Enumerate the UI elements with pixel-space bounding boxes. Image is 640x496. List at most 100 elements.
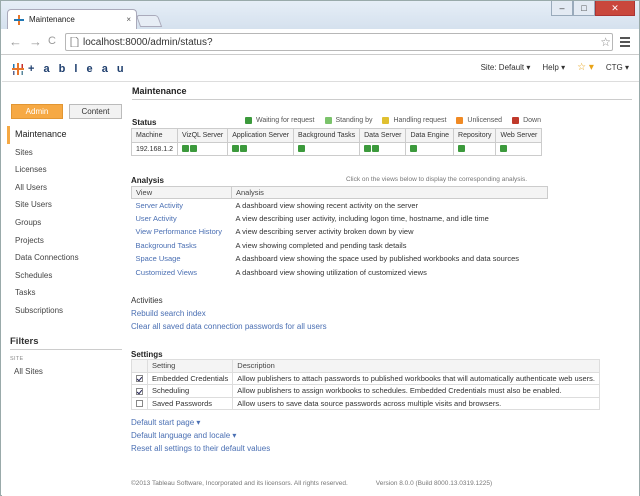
address-bar[interactable] — [65, 33, 613, 51]
legend-label: Down — [523, 117, 541, 124]
sidebar-item-maintenance[interactable]: Maintenance — [7, 126, 122, 144]
status-title: Status — [132, 118, 157, 127]
analysis-desc: A dashboard view showing the space used … — [235, 254, 520, 264]
status-header-row: Machine VizQL Server Application Server … — [131, 128, 543, 143]
forward-button[interactable]: → — [29, 34, 42, 49]
sidebar-item-tasks[interactable]: Tasks — [7, 284, 122, 302]
minimize-button[interactable]: – — [551, 1, 573, 16]
status-ok-icon — [232, 145, 240, 153]
reset-settings-link[interactable]: Reset all settings to their default valu… — [131, 444, 270, 453]
default-start-page-dropdown[interactable]: Default start page ▾ — [131, 418, 200, 427]
url-input[interactable] — [83, 36, 612, 48]
data-engine-status[interactable] — [405, 142, 455, 156]
legend-item: Down — [512, 117, 541, 124]
bookmark-star-icon[interactable]: ☆ — [600, 35, 611, 49]
all-sites-filter[interactable]: All Sites — [14, 367, 43, 376]
sidebar-item-sites[interactable]: Sites — [7, 144, 122, 162]
background-tasks-status[interactable] — [293, 142, 361, 156]
saved-passwords-checkbox[interactable] — [136, 400, 143, 408]
sidebar-item-groups[interactable]: Groups — [7, 214, 122, 232]
analysis-view-link[interactable]: Server Activity — [132, 199, 232, 212]
browser-window: Maintenance × – □ ✕ ← → C ☆ — [0, 0, 640, 496]
legend-label: Waiting for request — [256, 117, 315, 124]
user-menu[interactable]: CTG ▾ — [606, 63, 629, 72]
reload-button[interactable]: C — [48, 35, 56, 47]
scheduling-checkbox[interactable] — [136, 387, 143, 395]
sidebar-item-all-users[interactable]: All Users — [7, 179, 122, 197]
analysis-desc: A dashboard view showing utilization of … — [235, 267, 427, 277]
settings-title: Settings — [131, 350, 163, 359]
analysis-view-link[interactable]: Customized Views — [132, 265, 232, 278]
browser-menu-icon[interactable] — [620, 37, 630, 49]
analysis-desc: A view describing server activity broken… — [235, 227, 414, 237]
analysis-view-link[interactable]: Space Usage — [132, 252, 232, 265]
setting-name: Embedded Credentials — [146, 371, 234, 385]
maximize-button[interactable]: □ — [573, 1, 595, 16]
analysis-row[interactable]: Customized Views A dashboard view showing… — [132, 265, 548, 278]
checkbox-cell — [131, 384, 148, 398]
rebuild-index-link[interactable]: Rebuild search index — [131, 309, 206, 318]
tableau-wordmark: + a b l e a u — [28, 63, 127, 75]
analysis-view-link[interactable]: Background Tasks — [132, 239, 232, 252]
column-header: Web Server — [495, 128, 543, 143]
analysis-row[interactable]: Server Activity A dashboard view showing … — [132, 199, 548, 212]
default-language-dropdown[interactable]: Default language and locale ▾ — [131, 431, 236, 440]
analysis-row[interactable]: Background Tasks A view showing completed… — [132, 239, 548, 252]
status-ok-icon — [240, 145, 248, 153]
checkbox-cell — [131, 396, 148, 410]
analysis-row[interactable]: User Activity A view describing user acti… — [132, 212, 548, 225]
unlicensed-icon — [456, 117, 464, 124]
machine-ip: 192.168.1.2 — [131, 142, 178, 156]
column-header: Data Engine — [405, 128, 455, 143]
close-window-button[interactable]: ✕ — [595, 1, 635, 16]
sidebar-item-data-connections[interactable]: Data Connections — [7, 249, 122, 267]
data-server-status[interactable] — [359, 142, 407, 156]
window-controls: – □ ✕ — [551, 1, 635, 16]
tab-close-icon[interactable]: × — [126, 15, 131, 24]
filters-divider — [10, 349, 122, 350]
tableau-page: + a b l e a u Site: Default ▾ Help ▾ ☆ ▾… — [2, 56, 639, 496]
sidebar-item-licenses[interactable]: Licenses — [7, 161, 122, 179]
analysis-view-link[interactable]: User Activity — [132, 212, 232, 225]
setting-desc: Allow publishers to attach passwords to … — [232, 371, 600, 385]
setting-desc: Allow users to save data source password… — [232, 396, 600, 410]
analysis-view-link[interactable]: View Performance History — [132, 225, 232, 238]
clear-passwords-link[interactable]: Clear all saved data connection password… — [131, 322, 327, 331]
new-tab-button[interactable] — [135, 15, 163, 27]
content-toggle-button[interactable]: Content — [69, 104, 122, 119]
admin-toggle-button[interactable]: Admin — [11, 104, 63, 119]
sidebar-item-subscriptions[interactable]: Subscriptions — [7, 302, 122, 320]
checkbox-cell — [131, 371, 148, 385]
analysis-row[interactable]: Space Usage A dashboard view showing the … — [132, 252, 548, 265]
sidebar-item-projects[interactable]: Projects — [7, 232, 122, 250]
repository-status[interactable] — [453, 142, 497, 156]
analysis-header-row: View Analysis — [131, 186, 548, 199]
legend-label: Standing by — [335, 117, 373, 124]
tableau-logo[interactable]: + a b l e a u — [11, 62, 127, 76]
embedded-credentials-checkbox[interactable] — [136, 375, 143, 383]
column-header: Repository — [453, 128, 497, 143]
help-menu[interactable]: Help ▾ — [542, 63, 565, 72]
analysis-row[interactable]: View Performance History A view describin… — [132, 225, 548, 238]
column-header: VizQL Server — [176, 128, 229, 143]
status-legend: Waiting for request Standing by Handling… — [245, 117, 541, 124]
setting-name: Scheduling — [146, 384, 234, 398]
activities-title: Activities — [131, 296, 163, 305]
back-button[interactable]: ← — [9, 34, 22, 49]
site-menu[interactable]: Site: Default ▾ — [481, 63, 531, 72]
waiting-icon — [245, 117, 252, 124]
checkbox-column — [131, 359, 148, 373]
vizql-status[interactable] — [176, 142, 229, 156]
status-table: Machine VizQL Server Application Server … — [131, 128, 543, 156]
footer: ©2013 Tableau Software, Incorporated and… — [131, 480, 492, 487]
title-bar: Maintenance × – □ ✕ — [1, 1, 639, 29]
sidebar-item-schedules[interactable]: Schedules — [7, 267, 122, 285]
sidebar-item-site-users[interactable]: Site Users — [7, 196, 122, 214]
web-server-status[interactable] — [495, 142, 543, 156]
column-header: Setting — [146, 359, 234, 373]
app-server-status[interactable] — [227, 142, 295, 156]
browser-tab[interactable]: Maintenance × — [7, 9, 137, 29]
favorites-menu[interactable]: ☆ ▾ — [577, 62, 594, 73]
analysis-hint: Click on the views below to display the … — [346, 176, 528, 183]
column-header: Analysis — [231, 186, 548, 199]
